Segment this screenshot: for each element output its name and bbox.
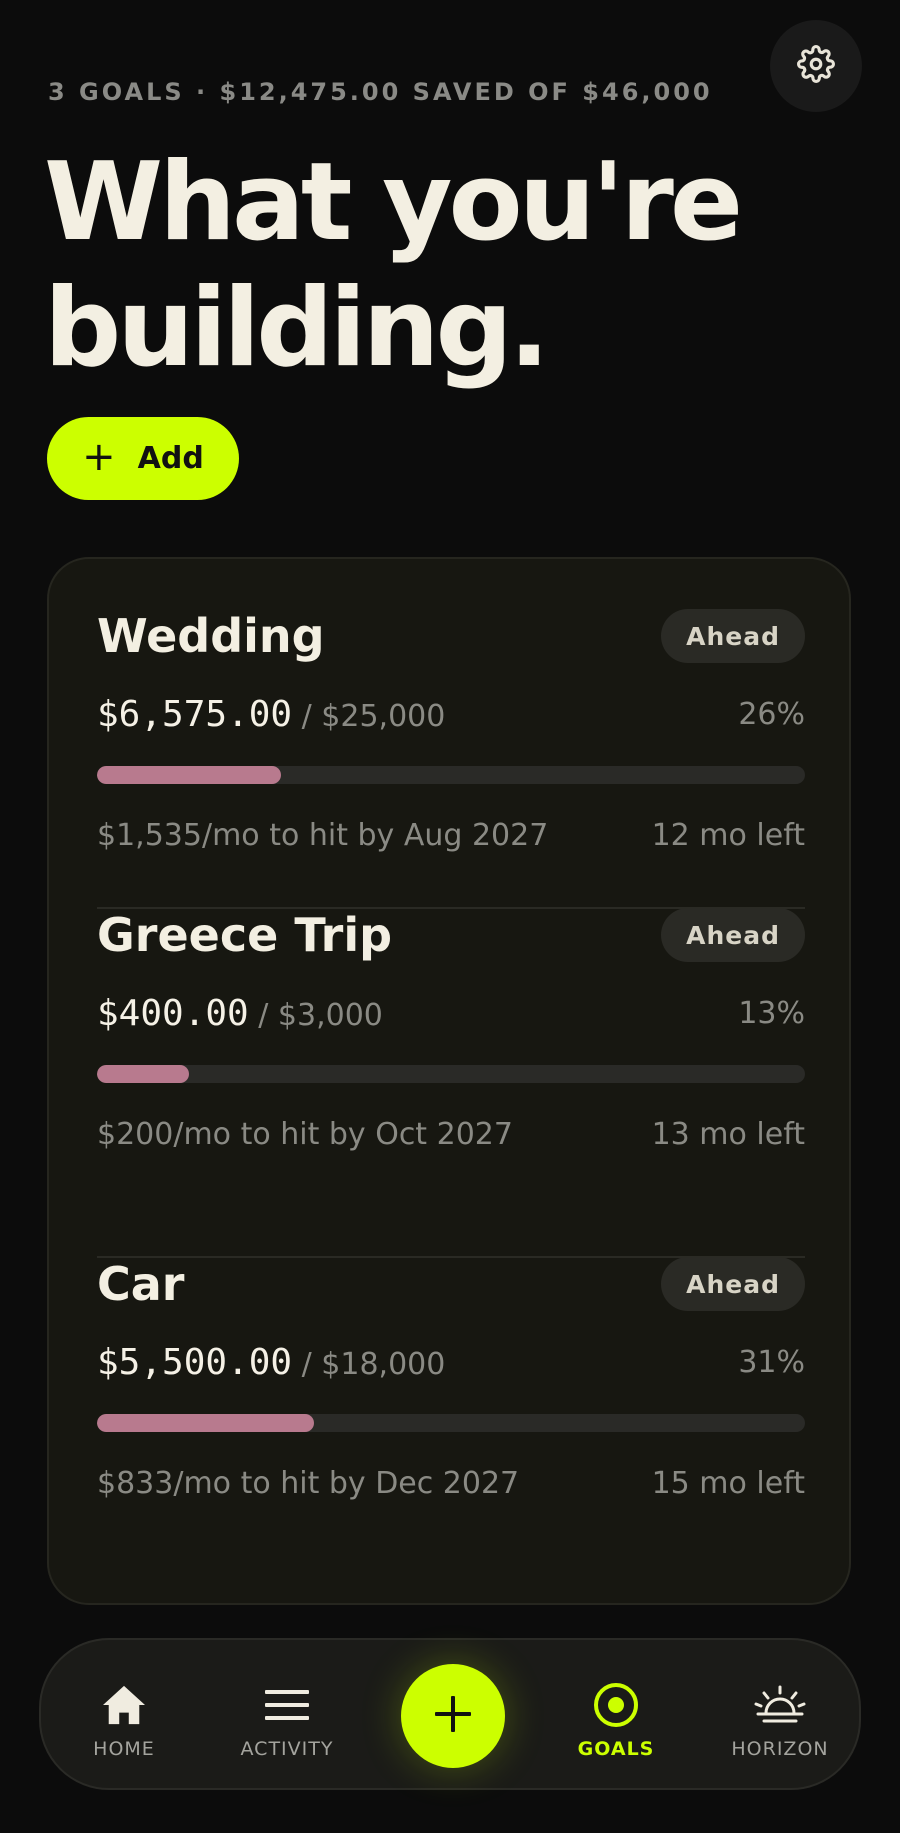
- bottom-nav: HOME ACTIVITY GOALS HORIZON: [39, 1638, 861, 1790]
- goal-plan: $1,535/mo to hit by Aug 2027: [97, 818, 549, 853]
- goal-item-greece-trip[interactable]: Greece Trip Ahead $400.00 / $3,000 13% $…: [97, 858, 805, 1158]
- goal-amount: $6,575.00 / $25,000: [97, 694, 445, 735]
- page-title-line-1: What you're: [44, 140, 743, 265]
- amount-separator: /: [248, 998, 278, 1033]
- plus-icon: +: [82, 433, 116, 480]
- nav-label-activity: ACTIVITY: [240, 1738, 334, 1760]
- amount-target: $3,000: [277, 998, 383, 1033]
- amount-saved: $400.00: [97, 993, 249, 1034]
- status-badge: Ahead: [661, 908, 805, 962]
- amount-target: $18,000: [321, 1347, 446, 1382]
- amount-separator: /: [292, 1347, 322, 1382]
- goal-percent: 13%: [738, 996, 805, 1031]
- add-goal-button[interactable]: + Add: [47, 417, 239, 500]
- plus-icon: [435, 1696, 471, 1736]
- status-badge: Ahead: [661, 1257, 805, 1311]
- progress-bar: [97, 766, 805, 784]
- home-icon: [101, 1682, 147, 1728]
- add-goal-label: Add: [137, 441, 204, 476]
- gear-icon: [797, 45, 835, 87]
- goal-item-car[interactable]: Car Ahead $5,500.00 / $18,000 31% $833/m…: [97, 1207, 805, 1507]
- goal-time-left: 12 mo left: [651, 818, 805, 853]
- goal-item-wedding[interactable]: Wedding Ahead $6,575.00 / $25,000 26% $1…: [97, 559, 805, 859]
- quick-add-button[interactable]: [401, 1664, 505, 1768]
- goals-card: Wedding Ahead $6,575.00 / $25,000 26% $1…: [47, 557, 851, 1605]
- goal-plan: $833/mo to hit by Dec 2027: [97, 1466, 520, 1501]
- nav-item-horizon[interactable]: HORIZON: [700, 1640, 860, 1788]
- amount-separator: /: [292, 699, 322, 734]
- progress-fill: [97, 1065, 190, 1083]
- goal-name: Greece Trip: [97, 908, 393, 962]
- goal-time-left: 13 mo left: [651, 1117, 805, 1152]
- goal-amount: $5,500.00 / $18,000: [97, 1342, 445, 1383]
- progress-bar: [97, 1065, 805, 1083]
- nav-item-activity[interactable]: ACTIVITY: [207, 1640, 367, 1788]
- goal-name: Wedding: [97, 609, 325, 663]
- nav-item-goals[interactable]: GOALS: [536, 1640, 696, 1788]
- amount-saved: $5,500.00: [97, 1342, 293, 1383]
- progress-fill: [97, 1414, 314, 1432]
- status-badge: Ahead: [661, 609, 805, 663]
- menu-lines-icon: [265, 1682, 309, 1728]
- nav-item-home[interactable]: HOME: [44, 1640, 204, 1788]
- nav-label-home: HOME: [93, 1738, 155, 1760]
- amount-saved: $6,575.00: [97, 694, 293, 735]
- goal-plan: $200/mo to hit by Oct 2027: [97, 1117, 513, 1152]
- progress-bar: [97, 1414, 805, 1432]
- nav-label-horizon: HORIZON: [731, 1738, 829, 1760]
- goal-name: Car: [97, 1257, 185, 1311]
- amount-target: $25,000: [321, 699, 446, 734]
- goal-percent: 26%: [738, 697, 805, 732]
- target-icon: [592, 1682, 640, 1728]
- goal-amount: $400.00 / $3,000: [97, 993, 383, 1034]
- goal-percent: 31%: [738, 1345, 805, 1380]
- goal-time-left: 15 mo left: [651, 1466, 805, 1501]
- goals-summary: 3 GOALS · $12,475.00 SAVED OF $46,000: [48, 78, 713, 106]
- sunrise-icon: [754, 1682, 806, 1728]
- settings-button[interactable]: [770, 20, 862, 112]
- page-title: What you're building.: [44, 140, 743, 392]
- progress-fill: [97, 766, 282, 784]
- nav-label-goals: GOALS: [577, 1738, 655, 1760]
- page-title-line-2: building.: [44, 266, 550, 391]
